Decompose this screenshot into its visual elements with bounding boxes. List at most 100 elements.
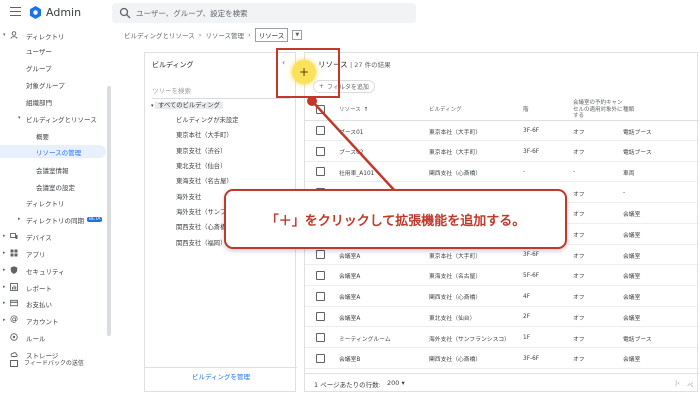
first-page-icon[interactable]: |‹ [675, 379, 680, 387]
divider [145, 367, 297, 368]
table-cell: オフ [573, 357, 585, 364]
main-menu-icon[interactable] [10, 7, 21, 17]
page-label: ペー [687, 381, 694, 393]
admin-logo-icon [29, 6, 42, 19]
column-header-cancel-exempt[interactable]: 会議室の予約キャンセルの適用対象外にする [573, 99, 625, 121]
table-cell: 会議室 [623, 253, 641, 260]
search-input[interactable]: ユーザー、グループ、設定を検索 [112, 3, 416, 23]
table-row[interactable]: 会議室A 東海支社（名古屋） 5F-6F オフ 会議室 [305, 266, 699, 286]
caret-right-icon: ▸ [3, 300, 6, 306]
sidebar-item-devices[interactable]: ▸ デバイス [0, 230, 52, 243]
result-count: 27 件の結果 [354, 61, 391, 69]
sidebar-item-room-settings[interactable]: 会議室の設定 [0, 180, 75, 193]
row-checkbox[interactable] [316, 167, 325, 177]
sidebar-scrollbar[interactable] [107, 86, 111, 336]
sidebar-item-org-units[interactable]: 組織部門 [0, 95, 52, 108]
cloud-icon [10, 352, 18, 357]
tree-root-label: すべてのビルディング [155, 102, 223, 109]
at-icon: @ [10, 314, 18, 323]
breadcrumb-current: リソース [254, 28, 289, 42]
table-header: リソース ↑ ビルディング 階 会議室の予約キャンセルの適用対象外にする 種類 [305, 99, 699, 121]
sidebar-item-account[interactable]: ▸ @ アカウント [0, 314, 59, 327]
sidebar: ▾ ディレクトリ ユーザー グループ 対象グループ 組織部門 ▾ ビルディングと… [0, 26, 114, 393]
table-cell: - [623, 190, 626, 197]
sidebar-item-directory-sub[interactable]: ディレクトリ [0, 196, 65, 209]
tree-item[interactable]: 海外支社（サンフ [176, 207, 226, 219]
row-checkbox[interactable] [316, 291, 325, 301]
tree-item[interactable]: 東海支社（名古屋） [176, 176, 233, 188]
sidebar-item-room-info[interactable]: 会議室情報 [0, 163, 69, 176]
column-header-floor[interactable]: 階 [523, 99, 563, 121]
caret-right-icon: ▸ [3, 267, 6, 273]
caret-down-icon: ▾ [3, 32, 6, 38]
tree-item[interactable]: 東京支社（渋谷） [176, 146, 226, 158]
sidebar-item-label: 組織部門 [26, 98, 52, 107]
select-all-checkbox[interactable] [316, 105, 325, 114]
breadcrumb-buildings-resources[interactable]: ビルディングとリソース [124, 30, 195, 40]
table-cell: 海外支社（サンフランシスコ） [429, 336, 510, 343]
add-extension-button[interactable]: + [292, 60, 316, 84]
tree-item[interactable]: ビルディングが未設定 [176, 115, 239, 127]
row-checkbox[interactable] [316, 312, 325, 322]
add-button-label: + [298, 65, 310, 79]
row-checkbox[interactable] [316, 126, 325, 135]
column-header-building[interactable]: ビルディング [429, 99, 509, 121]
tree-item[interactable]: 東北支社（仙台） [176, 161, 226, 173]
sidebar-item-label: お支払い [26, 300, 52, 309]
table-row[interactable]: ミーティングルーム 海外支社（サンフランシスコ） 1F オフ 電話ブース [305, 328, 699, 348]
feedback-icon [10, 360, 18, 367]
sidebar-item-buildings-resources[interactable]: ▾ ビルディングとリソース [0, 112, 97, 125]
feedback-label: フィードバックの送信 [24, 360, 84, 367]
sidebar-item-rules[interactable]: ルール [0, 331, 46, 344]
sidebar-item-users[interactable]: ユーザー [0, 44, 52, 57]
tree-item[interactable]: 関西支社（福岡） [176, 238, 226, 250]
caret-right-icon: ▸ [18, 216, 21, 222]
table-row[interactable]: 会議室B 関西支社（心斎橋） 3F-6F オフ 会議室 [305, 349, 699, 369]
chevron-down-icon[interactable]: ▼ [292, 30, 303, 40]
column-header-type[interactable]: 種類 [623, 99, 683, 121]
table-row[interactable]: ブース01 東京本社（大手町） 3F-6F オフ 電話ブース [305, 121, 699, 141]
table-cell: オフ [573, 336, 585, 343]
sidebar-item-billing[interactable]: ▸ お支払い [0, 297, 52, 310]
table-cell: オフ [573, 212, 585, 219]
table-row[interactable]: 社用車_A101 関西支社（心斎橋） - - 車両 [305, 162, 699, 183]
table-row[interactable]: 会議室A 関西支社（心斎橋） 4F オフ 会議室 [305, 287, 699, 307]
sidebar-item-target-groups[interactable]: 対象グループ [0, 78, 65, 91]
table-row[interactable]: 会議室A 東北支社（仙台） 2F オフ 会議室 [305, 307, 699, 328]
sidebar-item-apps[interactable]: ▸ アプリ [0, 247, 46, 260]
sidebar-item-label: レポート [26, 284, 52, 293]
table-cell: 会議室 [623, 212, 641, 219]
row-checkbox[interactable] [316, 146, 325, 156]
sidebar-item-directory-sync[interactable]: ▸ ディレクトリの同期 BETA [0, 213, 103, 226]
tree-item[interactable]: 東京本社（大手町） [176, 130, 233, 142]
table-cell: 会議室 [623, 357, 641, 364]
feedback-link[interactable]: フィードバックの送信 [10, 358, 84, 367]
column-header-resource[interactable]: リソース ↑ [339, 99, 419, 121]
row-checkbox[interactable] [316, 333, 325, 342]
table-cell: オフ [573, 315, 585, 322]
table-row[interactable]: ブース02 東京本社（大手町） 3F-6F オフ 電話ブース [305, 142, 699, 162]
tree-item[interactable]: 関西支社（心斎橋 [176, 222, 226, 234]
sidebar-item-overview[interactable]: 概要 [0, 129, 49, 142]
row-checkbox[interactable] [316, 353, 325, 363]
tree-root[interactable]: ▾ すべてのビルディング [151, 100, 223, 112]
sidebar-item-directory[interactable]: ▾ ディレクトリ [0, 29, 110, 42]
sidebar-item-label: アカウント [26, 317, 59, 326]
apps-icon [10, 249, 18, 257]
table-cell: 会議室A [339, 295, 361, 302]
sidebar-item-groups[interactable]: グループ [0, 61, 52, 74]
table-cell: 会議室 [623, 274, 641, 281]
sidebar-item-label: ユーザー [26, 47, 52, 56]
manage-buildings-link[interactable]: ビルディングを管理 [145, 371, 297, 381]
table-cell: 電話ブース [623, 150, 652, 157]
sidebar-item-security[interactable]: ▸ セキュリティ [0, 264, 65, 277]
rows-per-page-select[interactable]: 200 ▾ [387, 379, 405, 387]
row-checkbox[interactable] [316, 250, 325, 260]
credit-card-icon [10, 299, 18, 307]
breadcrumb-resource-management[interactable]: リソース管理 [205, 30, 244, 40]
tree-item[interactable]: 海外支社 [176, 192, 201, 204]
sidebar-item-resource-management[interactable]: リソースの管理 [0, 145, 106, 158]
sidebar-item-reports[interactable]: ▸ レポート [0, 281, 52, 294]
tree-search-input[interactable]: ツリーを検索 [152, 85, 290, 99]
row-checkbox[interactable] [316, 270, 325, 280]
